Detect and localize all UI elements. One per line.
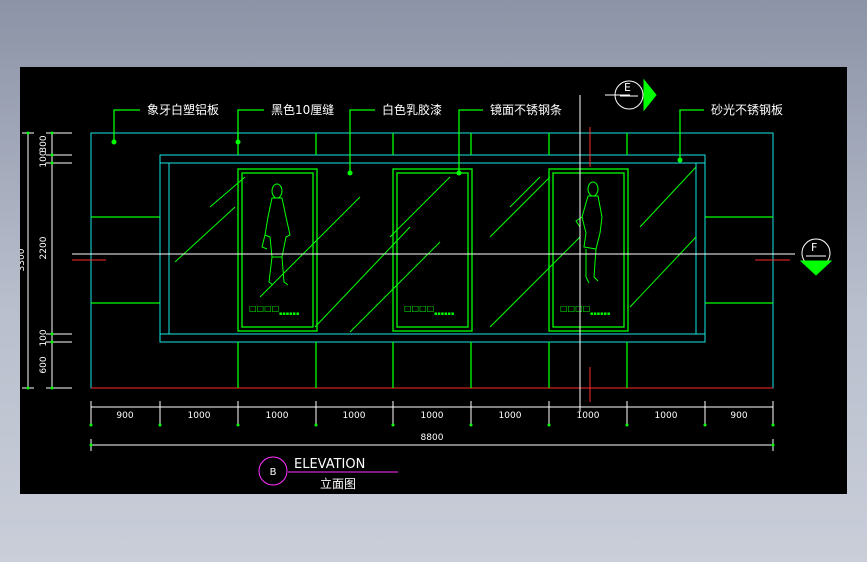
title-cn: 立面图	[320, 476, 356, 491]
svg-text:砂光不锈钢板: 砂光不锈钢板	[711, 103, 783, 117]
total-height: 3300	[20, 248, 27, 271]
section-mark-f: F	[799, 238, 833, 276]
panel-mark: □□□□	[404, 304, 434, 313]
total-width: 8800	[421, 433, 444, 443]
drawing-title: B ELEVATION 立面图	[258, 456, 398, 491]
svg-text:1000: 1000	[655, 411, 678, 421]
wall-outline	[90, 132, 774, 389]
svg-text:1000: 1000	[188, 411, 211, 421]
callout-white-paint: 白色乳胶漆	[347, 102, 442, 176]
panel-mark: □□□□	[560, 304, 590, 313]
svg-text:黑色10厘缝: 黑色10厘缝	[271, 102, 334, 117]
svg-text:100: 100	[39, 329, 49, 346]
panel-small-text: ▪▪▪▪▪▪	[279, 311, 299, 317]
cad-drawing-area: □□□□ ▪▪▪▪▪▪ □□□□ ▪▪▪▪▪▪ □□□□ ▪▪▪▪▪▪ E F …	[17, 67, 847, 494]
svg-text:900: 900	[730, 411, 747, 421]
svg-text:F: F	[811, 241, 817, 254]
display-panel-1: □□□□ ▪▪▪▪▪▪	[237, 168, 318, 332]
svg-text:900: 900	[116, 411, 133, 421]
svg-text:1000: 1000	[421, 411, 444, 421]
svg-text:1000: 1000	[499, 411, 522, 421]
callout-mirror-steel: 镜面不锈钢条	[456, 102, 562, 176]
panel-mark: □□□□	[249, 304, 279, 313]
panel-small-text: ▪▪▪▪▪▪	[590, 311, 610, 317]
svg-text:2200: 2200	[39, 236, 49, 259]
svg-text:象牙白塑铝板: 象牙白塑铝板	[147, 102, 219, 117]
left-dimension: 300 100 2200 100 600 3300	[17, 131, 72, 390]
title-circle-label: B	[270, 467, 277, 478]
svg-text:白色乳胶漆: 白色乳胶漆	[382, 102, 442, 117]
elevation-drawing: □□□□ ▪▪▪▪▪▪ □□□□ ▪▪▪▪▪▪ □□□□ ▪▪▪▪▪▪ E F …	[17, 78, 833, 491]
panel-small-text: ▪▪▪▪▪▪	[434, 311, 454, 317]
svg-text:300: 300	[39, 135, 49, 152]
bottom-dimension: 900 1000 1000 1000 1000 1000 1000 1000 9…	[89, 401, 775, 451]
callout-black-seam: 黑色10厘缝	[235, 102, 334, 145]
svg-text:1000: 1000	[266, 411, 289, 421]
svg-text:600: 600	[39, 356, 49, 373]
svg-text:E: E	[624, 81, 631, 94]
svg-text:镜面不锈钢条: 镜面不锈钢条	[490, 102, 562, 117]
side-panel-joints	[91, 216, 773, 304]
svg-text:1000: 1000	[343, 411, 366, 421]
callout-ivory-panel: 象牙白塑铝板	[111, 102, 219, 145]
woman-figure-icon	[261, 183, 291, 286]
svg-text:100: 100	[39, 150, 49, 167]
bottom-band-joints	[237, 342, 628, 388]
svg-text:1000: 1000	[577, 411, 600, 421]
top-band-joints	[237, 133, 628, 155]
section-mark-e: E	[605, 78, 657, 112]
title-en: ELEVATION	[294, 457, 365, 472]
